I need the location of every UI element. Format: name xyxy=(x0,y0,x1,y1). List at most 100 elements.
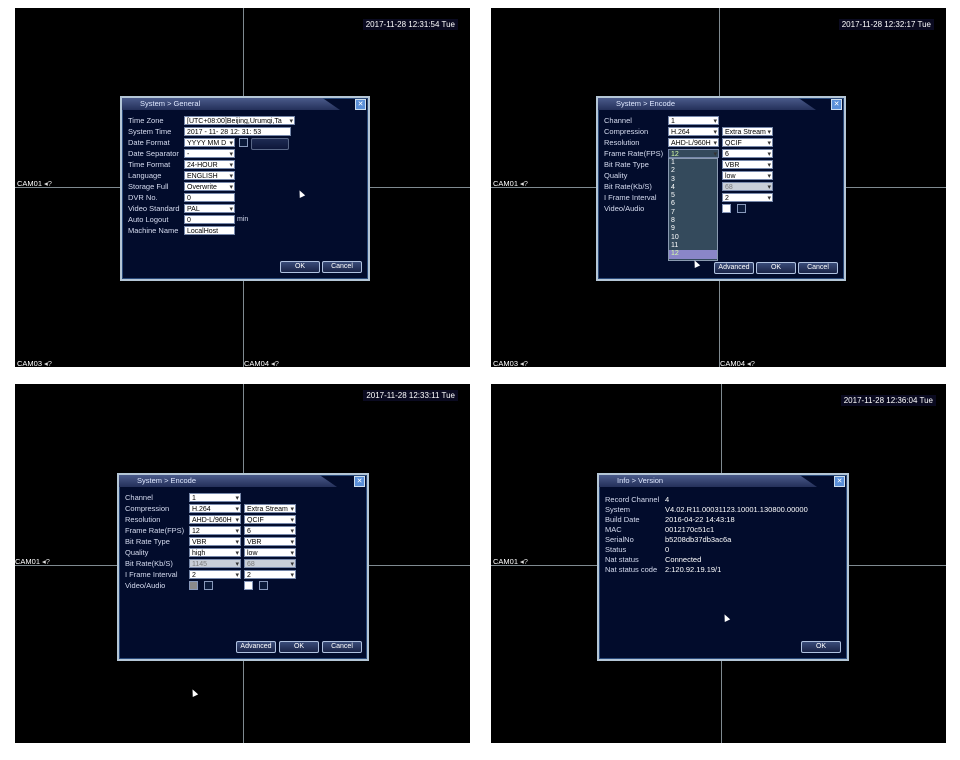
main-audio-checkbox[interactable] xyxy=(204,581,213,590)
fps-option[interactable]: 9 xyxy=(669,225,717,233)
camera-status-icon: ◂? xyxy=(44,179,52,188)
cam01-label: CAM01 ◂? xyxy=(17,179,52,188)
fps-option[interactable]: 10 xyxy=(669,234,717,242)
main-video-checkbox[interactable] xyxy=(189,581,198,590)
main-frame-rate-select[interactable]: 12 xyxy=(668,149,719,158)
value-nat-status: Connected xyxy=(665,555,702,564)
advanced-button[interactable]: Advanced xyxy=(714,262,754,274)
cancel-button[interactable]: Cancel xyxy=(322,641,362,653)
main-resolution-select[interactable]: AHD-L/960H xyxy=(189,515,241,524)
time-format-select[interactable]: 24-HOUR xyxy=(184,160,235,169)
label-quality: Quality xyxy=(125,548,149,557)
main-bit-rate-select: 1145 xyxy=(189,559,241,568)
channel-select[interactable]: 1 xyxy=(189,493,241,502)
dvr-screen-version: 2017-11-28 12:36:04 Tue CAM01 ◂? Info > V… xyxy=(491,384,946,743)
dvr-no-field[interactable]: 0 xyxy=(184,193,235,202)
extra-i-frame-select[interactable]: 2 xyxy=(244,570,296,579)
extra-bit-rate-type-select[interactable]: VBR xyxy=(244,537,296,546)
value-mac: 0012170c51c1 xyxy=(665,525,715,534)
close-icon[interactable]: ✕ xyxy=(354,476,365,487)
fps-option[interactable]: 3 xyxy=(669,176,717,184)
extra-video-checkbox[interactable] xyxy=(244,581,253,590)
extra-quality-select[interactable]: low xyxy=(244,548,296,557)
label-bit-rate-type: Bit Rate Type xyxy=(125,537,170,546)
main-frame-rate-select[interactable]: 12 xyxy=(189,526,241,535)
channel-select[interactable]: 1 xyxy=(668,116,719,125)
extra-resolution-select[interactable]: QCIF xyxy=(722,138,773,147)
date-format-select[interactable]: YYYY MM D xyxy=(184,138,235,147)
video-standard-select[interactable]: PAL xyxy=(184,204,235,213)
fps-option[interactable]: 2 xyxy=(669,167,717,175)
label-date-separator: Date Separator xyxy=(128,149,179,158)
close-icon[interactable]: ✕ xyxy=(355,99,366,110)
extra-frame-rate-select[interactable]: 6 xyxy=(244,526,296,535)
extra-bit-rate-type-select[interactable]: VBR xyxy=(722,160,773,169)
dvr-screen-encode-dropdown: 2017-11-28 12:32:17 Tue CAM01 ◂? CAM03 ◂? … xyxy=(491,8,946,367)
main-i-frame-select[interactable]: 2 xyxy=(189,570,241,579)
fps-option[interactable]: 8 xyxy=(669,217,717,225)
main-compression-select[interactable]: H.264 xyxy=(189,504,241,513)
camera-status-icon: ◂? xyxy=(520,557,528,566)
system-time-field[interactable]: 2017 - 11- 28 12: 31: 53 xyxy=(184,127,291,136)
dst-checkbox[interactable] xyxy=(239,138,248,147)
fps-option[interactable]: 1 xyxy=(669,159,717,167)
ok-button[interactable]: OK xyxy=(801,641,841,653)
fps-option-selected[interactable]: 12 xyxy=(669,250,717,259)
cancel-button[interactable]: Cancel xyxy=(322,261,362,273)
frame-rate-dropdown-list[interactable]: 1 2 3 4 5 6 7 8 9 10 11 12 xyxy=(668,158,718,261)
extra-bit-rate-select: 68 xyxy=(244,559,296,568)
camera-status-icon: ◂? xyxy=(520,179,528,188)
time-zone-select[interactable]: [UTC+08:00]Beijing,Urumqi,Ta xyxy=(184,116,295,125)
fps-option[interactable]: 7 xyxy=(669,209,717,217)
label-bit-rate-type: Bit Rate Type xyxy=(604,160,649,169)
main-quality-select[interactable]: high xyxy=(189,548,241,557)
close-icon[interactable]: ✕ xyxy=(834,476,845,487)
auto-logout-field[interactable]: 0 xyxy=(184,215,235,224)
value-record-channel: 4 xyxy=(665,495,670,504)
language-select[interactable]: ENGLISH xyxy=(184,171,235,180)
label-bit-rate: Bit Rate(Kb/S) xyxy=(125,559,173,568)
extra-frame-rate-select[interactable]: 6 xyxy=(722,149,773,158)
advanced-button[interactable]: Advanced xyxy=(236,641,276,653)
fps-option[interactable]: 5 xyxy=(669,192,717,200)
extra-compression-select[interactable]: Extra Stream xyxy=(722,127,773,136)
dst-button[interactable] xyxy=(251,138,289,150)
label-serial-no: SerialNo xyxy=(605,535,634,544)
value-serial-no: b5208db37db3ac6a xyxy=(665,535,732,544)
dialog-title: System > Encode xyxy=(598,98,816,110)
extra-resolution-select[interactable]: QCIF xyxy=(244,515,296,524)
machine-name-field[interactable]: LocalHost xyxy=(184,226,235,235)
extra-quality-select[interactable]: low xyxy=(722,171,773,180)
cam03-label: CAM03 ◂? xyxy=(493,359,528,367)
main-resolution-select[interactable]: AHD-L/960H xyxy=(668,138,719,147)
camera-status-icon: ◂? xyxy=(271,359,279,367)
ok-button[interactable]: OK xyxy=(280,261,320,273)
ok-button[interactable]: OK xyxy=(279,641,319,653)
value-nat-status-code: 2:120.92.19.19/1 xyxy=(665,565,722,574)
close-icon[interactable]: ✕ xyxy=(831,99,842,110)
storage-full-select[interactable]: Overwrite xyxy=(184,182,235,191)
value-status: 0 xyxy=(665,545,670,554)
label-time-zone: Time Zone xyxy=(128,116,164,125)
cancel-button[interactable]: Cancel xyxy=(798,262,838,274)
extra-audio-checkbox[interactable] xyxy=(737,204,746,213)
fps-option[interactable]: 11 xyxy=(669,242,717,250)
extra-audio-checkbox[interactable] xyxy=(259,581,268,590)
fps-option[interactable]: 4 xyxy=(669,184,717,192)
label-resolution: Resolution xyxy=(125,515,161,524)
main-compression-select[interactable]: H.264 xyxy=(668,127,719,136)
main-bit-rate-type-select[interactable]: VBR xyxy=(189,537,241,546)
label-system-time: System Time xyxy=(128,127,172,136)
extra-i-frame-select[interactable]: 2 xyxy=(722,193,773,202)
fps-option[interactable]: 6 xyxy=(669,200,717,208)
extra-compression-select[interactable]: Extra Stream xyxy=(244,504,296,513)
label-nat-status-code: Nat status code xyxy=(605,565,658,574)
cam03-label: CAM03 ◂? xyxy=(17,359,52,367)
label-machine-name: Machine Name xyxy=(128,226,179,235)
label-language: Language xyxy=(128,171,162,180)
extra-video-checkbox[interactable] xyxy=(722,204,731,213)
label-video-audio: Video/Audio xyxy=(604,204,645,213)
date-separator-select[interactable]: - xyxy=(184,149,235,158)
label-channel: Channel xyxy=(125,493,153,502)
ok-button[interactable]: OK xyxy=(756,262,796,274)
